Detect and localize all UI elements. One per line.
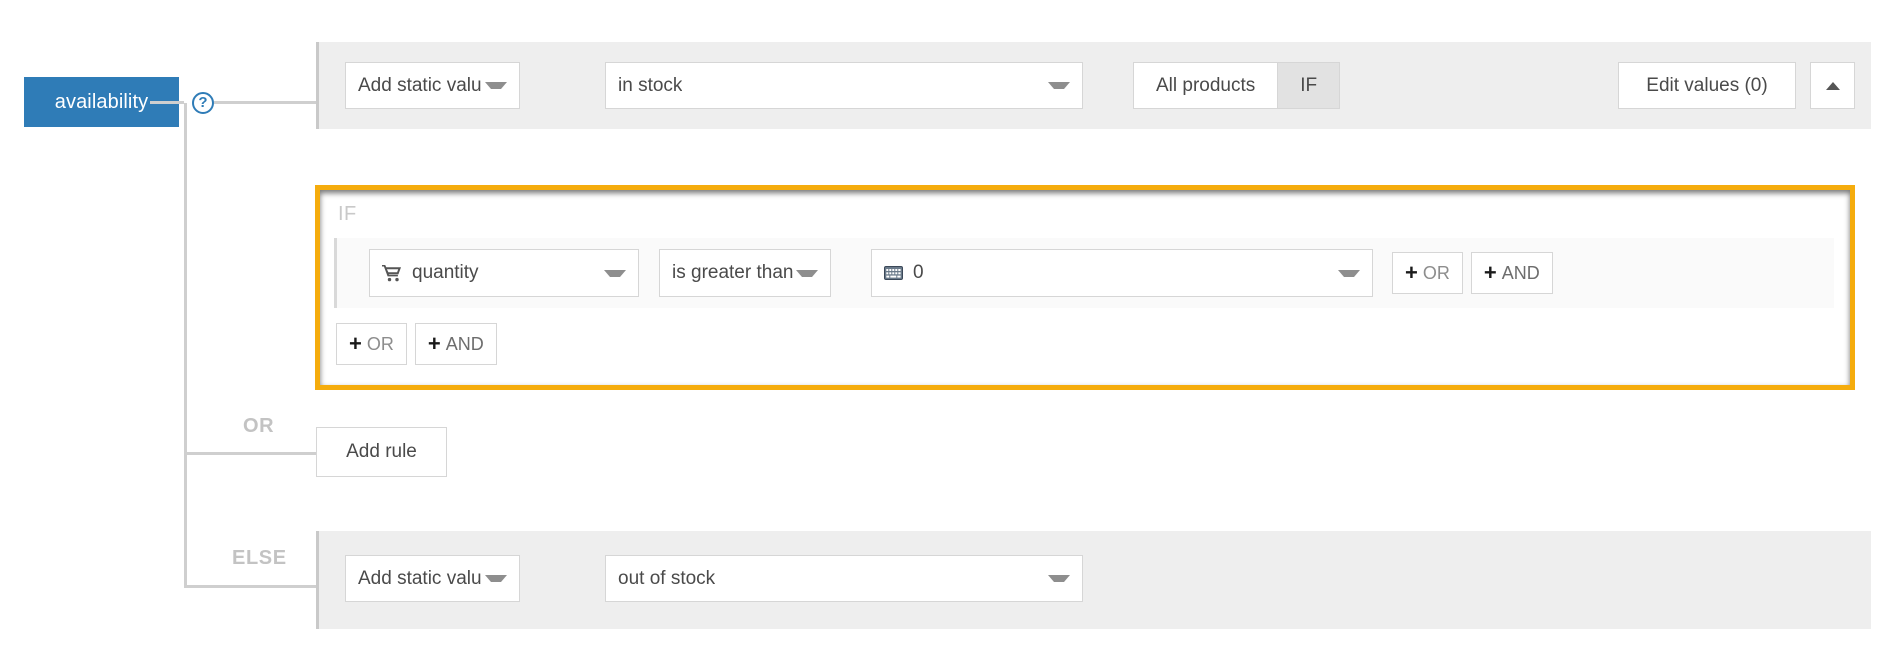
scope-all-products-button[interactable]: All products — [1133, 62, 1279, 109]
scope-toggle-group: All products IF — [1133, 62, 1341, 109]
condition-row: quantity is greater than 0 + OR + AND — [334, 238, 1834, 308]
add-and-condition-button[interactable]: + AND — [1470, 252, 1553, 294]
tree-connector-stub — [150, 101, 184, 104]
then-value-select[interactable]: in stock — [605, 62, 1083, 109]
condition-operator-select[interactable]: is greater than — [659, 249, 831, 297]
add-or-group-label: OR — [366, 333, 394, 354]
condition-field-select[interactable]: quantity — [369, 249, 639, 297]
edit-values-button-label: Edit values (0) — [1646, 74, 1768, 96]
collapse-button[interactable] — [1810, 62, 1855, 109]
add-or-condition-label: OR — [1422, 262, 1450, 283]
condition-logic-buttons: + OR + AND — [1392, 252, 1553, 294]
then-source-select[interactable]: Add static valu — [345, 62, 520, 109]
block-logic-buttons: + OR + AND — [336, 323, 497, 365]
chevron-down-icon — [796, 269, 818, 277]
else-source-select-value: Add static valu — [358, 567, 482, 589]
then-source-select-value: Add static valu — [358, 74, 482, 96]
condition-value: 0 — [913, 262, 924, 283]
condition-field-value: quantity — [412, 262, 479, 283]
plus-icon: + — [349, 331, 362, 356]
plus-icon: + — [427, 331, 441, 356]
scope-if-button[interactable]: IF — [1278, 62, 1341, 109]
else-row-panel — [316, 531, 1871, 629]
chevron-up-icon — [1825, 81, 1840, 90]
else-source-select[interactable]: Add static valu — [345, 555, 520, 602]
field-tag-label: availability — [54, 90, 149, 113]
chevron-down-icon — [1048, 82, 1070, 89]
else-value-select-value: out of stock — [618, 567, 716, 589]
chevron-down-icon — [485, 575, 507, 582]
rule-builder-canvas: availability ? OR ELSE Add static valu i… — [0, 0, 1899, 657]
condition-value-select[interactable]: 0 — [871, 249, 1373, 297]
branch-label-or: OR — [243, 415, 275, 437]
add-or-group-button[interactable]: + OR — [336, 323, 407, 365]
plus-icon: + — [1405, 260, 1418, 285]
shopping-cart-icon — [382, 264, 402, 282]
condition-operator-value: is greater than — [672, 262, 794, 283]
keyboard-icon — [884, 266, 903, 280]
tree-branch-or — [184, 452, 317, 455]
tree-branch-else — [184, 585, 317, 588]
add-rule-button[interactable]: Add rule — [316, 427, 447, 477]
chevron-down-icon — [485, 82, 507, 89]
then-value-select-value: in stock — [618, 74, 683, 96]
add-rule-button-label: Add rule — [346, 441, 417, 462]
if-block-label: IF — [338, 203, 357, 225]
edit-values-button[interactable]: Edit values (0) — [1618, 62, 1796, 109]
else-value-select[interactable]: out of stock — [605, 555, 1083, 602]
add-and-condition-label: AND — [1501, 262, 1540, 283]
chevron-down-icon — [1048, 575, 1070, 582]
plus-icon: + — [1483, 260, 1497, 285]
add-or-condition-button[interactable]: + OR — [1392, 252, 1463, 294]
help-icon[interactable]: ? — [192, 92, 214, 114]
add-and-group-label: AND — [445, 333, 484, 354]
chevron-down-icon — [1338, 269, 1360, 277]
tree-branch-then — [214, 101, 316, 104]
branch-label-else: ELSE — [232, 547, 287, 569]
add-and-group-button[interactable]: + AND — [414, 323, 497, 365]
tree-trunk-line — [184, 103, 187, 587]
if-condition-block: IF quantity is greater than 0 + OR + AND… — [315, 185, 1855, 390]
chevron-down-icon — [604, 269, 626, 277]
